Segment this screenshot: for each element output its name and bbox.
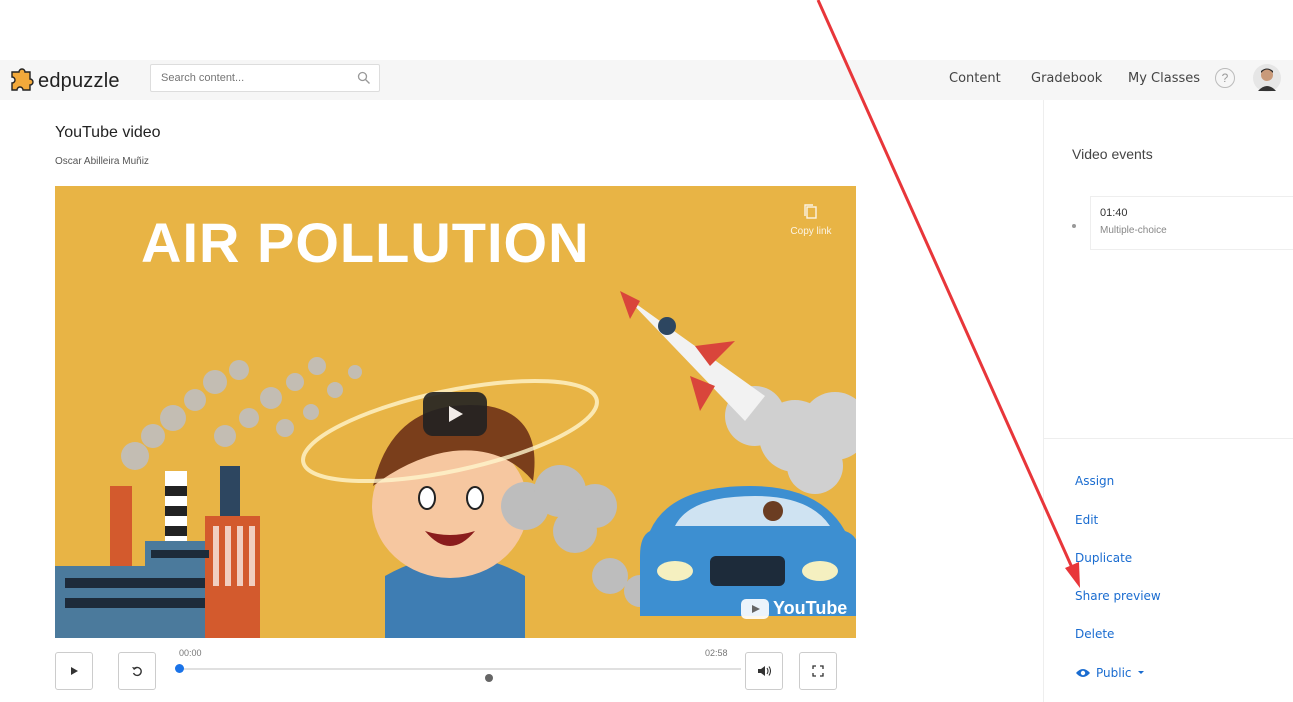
search-icon[interactable] [357, 71, 371, 85]
youtube-label: YouTube [773, 598, 848, 618]
delete-link[interactable]: Delete [1075, 627, 1114, 641]
video-thumbnail-title: AIR POLLUTION [141, 211, 590, 274]
edit-link[interactable]: Edit [1075, 513, 1098, 527]
app-name: edpuzzle [38, 69, 120, 92]
progress-handle[interactable] [175, 664, 184, 673]
eye-icon [1076, 669, 1090, 677]
side-panel: Video events 01:40 Multiple-choice Assig… [1043, 100, 1293, 702]
fullscreen-button[interactable] [799, 652, 837, 690]
youtube-icon [741, 598, 769, 619]
play-icon [71, 667, 78, 675]
divider [1044, 438, 1293, 439]
video-events-title: Video events [1072, 146, 1153, 162]
event-time: 01:40 [1100, 207, 1128, 219]
question-marker[interactable] [485, 674, 493, 682]
play-button[interactable] [55, 652, 93, 690]
play-icon [449, 406, 463, 422]
visibility-label: Public [1096, 666, 1132, 680]
progress-track[interactable] [179, 668, 741, 670]
share-preview-link[interactable]: Share preview [1075, 589, 1161, 603]
help-icon[interactable]: ? [1215, 68, 1235, 88]
volume-button[interactable] [745, 652, 783, 690]
nav-my-classes[interactable]: My Classes [1128, 71, 1200, 86]
assign-link[interactable]: Assign [1075, 474, 1114, 488]
event-item[interactable]: 01:40 Multiple-choice [1090, 196, 1293, 250]
replay-icon [132, 666, 142, 677]
edpuzzle-logo[interactable]: edpuzzle [8, 68, 120, 94]
event-bullet [1072, 224, 1076, 228]
replay-button[interactable] [118, 652, 156, 690]
video-player[interactable]: AIR POLLUTION Copy link YouTube [55, 186, 856, 638]
copy-link-label: Copy link [790, 226, 832, 237]
avatar[interactable] [1253, 64, 1281, 92]
copy-icon [804, 204, 817, 219]
nav-gradebook[interactable]: Gradebook [1031, 71, 1102, 86]
nav-content[interactable]: Content [949, 71, 1001, 86]
copy-link-button[interactable]: Copy link [781, 204, 841, 237]
video-author: Oscar Abilleira Muñiz [55, 156, 149, 167]
puzzle-icon [11, 68, 34, 91]
search-input[interactable] [151, 65, 341, 91]
fullscreen-icon [812, 665, 824, 677]
event-type: Multiple-choice [1100, 225, 1167, 236]
visibility-dropdown[interactable]: Public [1075, 666, 1145, 680]
video-play-button[interactable] [423, 392, 487, 436]
volume-icon [758, 666, 771, 676]
current-time: 00:00 [179, 648, 202, 658]
page-title: YouTube video [55, 124, 161, 141]
duplicate-link[interactable]: Duplicate [1075, 551, 1132, 565]
search-box[interactable] [150, 64, 380, 92]
player-controls: 00:00 02:58 [55, 638, 856, 702]
duration-time: 02:58 [705, 648, 728, 658]
youtube-logo[interactable]: YouTube [741, 598, 847, 619]
caret-down-icon [1137, 671, 1144, 674]
